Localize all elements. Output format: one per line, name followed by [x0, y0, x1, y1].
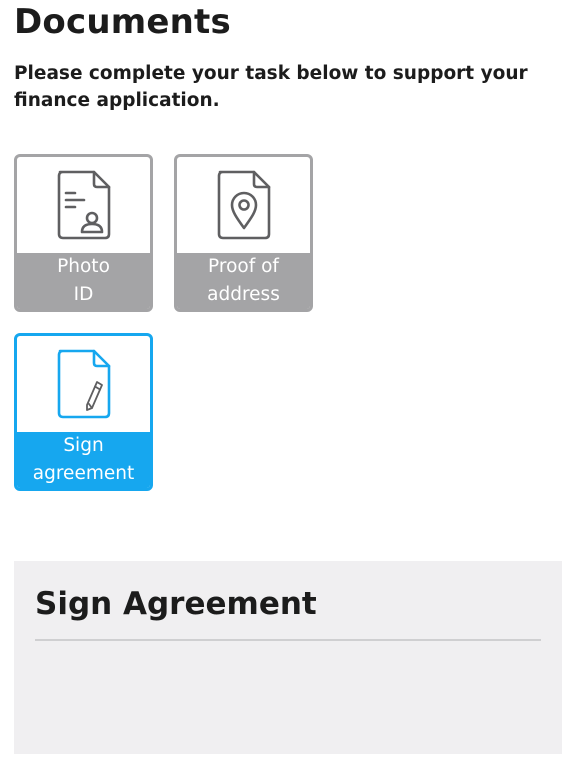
sign-document-icon: [57, 349, 110, 419]
photo-id-label-line1: Photo: [57, 256, 110, 277]
photo-id-icon-area: [17, 157, 150, 253]
panel-title: Sign Agreement: [35, 586, 317, 622]
proof-of-address-label-line1: Proof of: [208, 256, 279, 277]
photo-id-label-line2: ID: [73, 284, 94, 305]
id-document-icon: [57, 170, 110, 240]
page-subtitle: Please complete your task below to suppo…: [14, 63, 528, 111]
documents-page: Documents Please complete your task belo…: [0, 0, 576, 763]
page-title: Documents: [14, 2, 231, 42]
sign-agreement-icon-area: [17, 336, 150, 432]
location-document-icon: [217, 170, 270, 240]
proof-of-address-tile[interactable]: Proof of address: [174, 154, 313, 312]
proof-of-address-label-line2: address: [207, 284, 280, 305]
sign-agreement-label-line1: Sign: [63, 435, 104, 456]
photo-id-tile[interactable]: Photo ID: [14, 154, 153, 312]
sign-agreement-tile[interactable]: Sign agreement: [14, 333, 153, 491]
sign-agreement-label: Sign agreement: [17, 432, 150, 488]
proof-of-address-label: Proof of address: [177, 253, 310, 309]
panel-divider: [35, 639, 541, 641]
sign-agreement-panel: Sign Agreement: [14, 561, 562, 754]
proof-of-address-icon-area: [177, 157, 310, 253]
sign-agreement-label-line2: agreement: [32, 463, 135, 484]
photo-id-label: Photo ID: [17, 253, 150, 309]
